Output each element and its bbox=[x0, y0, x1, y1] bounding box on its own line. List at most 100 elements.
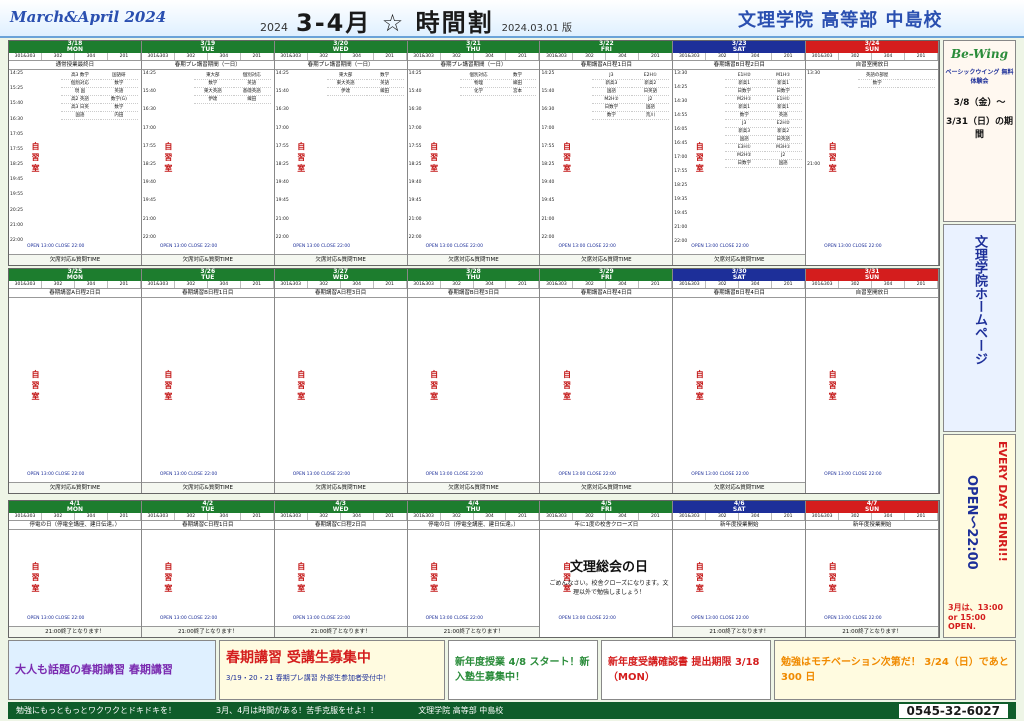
time-label: 19:45 bbox=[674, 211, 688, 216]
class-cell: 数学 bbox=[498, 73, 537, 80]
room-label: 301&303 bbox=[408, 513, 441, 520]
room-label: 302 bbox=[706, 53, 740, 60]
time-label: 18:25 bbox=[408, 162, 422, 167]
class-cell: 新高1 bbox=[764, 105, 803, 112]
room-label: 301&303 bbox=[275, 281, 308, 288]
room-label: 301&303 bbox=[806, 281, 840, 288]
day-footer: 21:00終了となります！ bbox=[274, 626, 407, 637]
day-footer: 欠席対応&質問TIME bbox=[540, 482, 673, 493]
room-label: 301&303 bbox=[275, 53, 308, 60]
day-footer: 欠席対応&質問TIME bbox=[274, 254, 407, 265]
time-label: 22:00 bbox=[142, 234, 156, 240]
class-cell: 新高1 bbox=[764, 81, 803, 88]
time-label: 17:00 bbox=[408, 125, 422, 131]
class-cell: 新高1 bbox=[725, 105, 764, 112]
room-label: 301&303 bbox=[408, 281, 441, 288]
day-note: 春期講習B日程2日目 bbox=[673, 61, 806, 70]
class-grid: 英語の部屋 数学 bbox=[858, 73, 936, 253]
class-cell: 高3 数学 bbox=[61, 73, 99, 80]
day-header: 3/27 WED bbox=[274, 269, 407, 281]
phone-number[interactable]: 0545-32-6027 bbox=[898, 703, 1008, 718]
time-label: 14:25 bbox=[275, 71, 289, 76]
room-label: 302 bbox=[441, 53, 474, 60]
study-room-label: 自習室 bbox=[828, 369, 839, 403]
class-cell: 織田 bbox=[498, 81, 537, 88]
day-footer: 21:00終了となります！ bbox=[141, 626, 274, 637]
room-label: 304 bbox=[208, 53, 241, 60]
banner-confirmation: 新年度受講確認書 提出期限 3/18（MON） bbox=[601, 640, 771, 700]
room-label: 201 bbox=[905, 281, 939, 288]
day-3-18: 3/18 MON 301&303 302 304 201 通常授業最終日 14:25 15:25… bbox=[9, 41, 142, 265]
time-label: 19:45 bbox=[275, 198, 289, 204]
class-cell: 日数学 bbox=[764, 89, 803, 96]
class-cell: M1H① bbox=[764, 73, 803, 80]
banner-countdown: 勉強はモチベーション次第だ！ 3/24（日）であと 300 日 bbox=[774, 640, 1016, 700]
class-cell: 国語 bbox=[764, 161, 803, 168]
day-note: 春期講習A日程3日目 bbox=[274, 289, 407, 298]
room-label: 302 bbox=[175, 53, 208, 60]
room-label: 302 bbox=[308, 281, 341, 288]
room-label: 201 bbox=[241, 53, 274, 60]
time-label: 19:55 bbox=[10, 192, 23, 198]
header-year: 2024 bbox=[260, 21, 288, 34]
room-label: 302 bbox=[839, 513, 873, 520]
time-label: 18:25 bbox=[275, 162, 289, 167]
class-grid: 個別対応 数学 物理 織田 化学 宮本 bbox=[459, 73, 537, 253]
banner-spring-2-title: 春期講習 受講生募集中 bbox=[226, 650, 371, 666]
side-bewing-sub: ベーシックウイング 無料体験会 bbox=[945, 69, 1014, 85]
open-hours: OPEN 13:00 CLOSE 22:00 bbox=[27, 472, 85, 477]
time-label: 16:30 bbox=[142, 107, 156, 113]
day-footer: 欠席対応&質問TIME bbox=[9, 254, 141, 265]
room-label: 301&303 bbox=[540, 53, 574, 60]
room-label: 304 bbox=[474, 281, 507, 288]
study-room-label: 自習室 bbox=[163, 562, 174, 596]
room-label: 201 bbox=[905, 513, 939, 520]
closure-notice: 文理総会の日 ごめんなさい。校舎クローズになります。文理以外で勉強しましょう！ bbox=[549, 556, 669, 596]
time-column: 13:30 14:25 14:30 14:55 16:05 16:45 17:00 17:55… bbox=[674, 71, 688, 253]
open-hours: OPEN 13:00 CLOSE 22:00 bbox=[425, 616, 484, 621]
closure-message: ごめんなさい。校舎クローズになります。文理以外で勉強しましょう！ bbox=[549, 580, 669, 596]
class-cell: E1H② bbox=[725, 73, 764, 80]
time-label: 17:55 bbox=[674, 169, 688, 174]
side-homepage-label: 文理学院ホームページ bbox=[972, 235, 987, 365]
study-room-label: 自習室 bbox=[828, 141, 839, 175]
room-label: 201 bbox=[639, 281, 673, 288]
room-label: 201 bbox=[108, 281, 141, 288]
time-label: 19:45 bbox=[408, 198, 422, 204]
week-3-block: 4/1 MON 301&303 302 304 201 停電の日（停電全講座、建日伝達。）自… bbox=[8, 500, 940, 638]
class-cell: 数学 bbox=[99, 81, 138, 88]
time-label: 16:30 bbox=[541, 107, 555, 113]
room-label: 201 bbox=[241, 513, 274, 520]
study-room-label: 自習室 bbox=[695, 141, 706, 175]
room-label: 301&303 bbox=[142, 513, 175, 520]
class-cell: 東大部 bbox=[326, 73, 365, 80]
week-1-days: 3/18 MON 301&303 302 304 201 通常授業最終日 14:25 15:25… bbox=[9, 41, 940, 265]
day-note: 停電の日（停電全講座、建日伝達。） bbox=[407, 521, 540, 530]
footer-left: 勉強にもっともっとワクワクとドキドキを！ bbox=[16, 706, 176, 715]
class-cell: 国語 bbox=[61, 113, 99, 120]
day-footer: 21:00終了となります！ bbox=[9, 626, 141, 637]
day-note: 新年度授業開始 bbox=[673, 521, 806, 530]
room-label: 301&303 bbox=[673, 281, 707, 288]
time-label: 22:00 bbox=[10, 237, 23, 243]
page-header: March&April 2024 2024 3-4月 ☆ 時間割 2024.03… bbox=[0, 0, 1024, 38]
day-4-6: 4/6 SAT 301&303 302 304 201 新年度授業開始 自習室 OPEN 13:… bbox=[673, 501, 807, 637]
class-cell: E2H① bbox=[631, 73, 670, 80]
open-hours: OPEN 13:00 CLOSE 22:00 bbox=[292, 244, 351, 249]
room-header: 301&303 302 304 201 bbox=[673, 281, 806, 289]
class-grid: 東大部 数学 東大英語 英語 伊達 織田 bbox=[326, 73, 404, 253]
class-cell: 物理 bbox=[459, 81, 498, 88]
day-header: 4/6 SAT bbox=[673, 501, 806, 513]
banner-spring-1-text: 大人も話題の春期講習 春期講習 bbox=[15, 663, 173, 676]
room-header: 301&303 302 304 201 bbox=[407, 53, 540, 61]
time-label: 15:40 bbox=[408, 89, 422, 95]
class-cell: J2 bbox=[764, 153, 803, 160]
day-3-24: 3/24 SUN 301&303 302 304 201 自習室開放日 13:30 21:00 自… bbox=[806, 41, 940, 265]
day-footer: 欠席対応&質問TIME bbox=[141, 254, 274, 265]
room-label: 304 bbox=[208, 513, 241, 520]
side-march-open: 3月は、13:00 or 15:00 OPEN. bbox=[948, 603, 1004, 631]
time-label: 13:30 bbox=[807, 71, 821, 76]
class-cell: M2H① bbox=[725, 97, 764, 104]
day-note: 春期講習A日程1日目 bbox=[540, 61, 673, 70]
room-header: 301&303 302 304 201 bbox=[274, 513, 407, 521]
